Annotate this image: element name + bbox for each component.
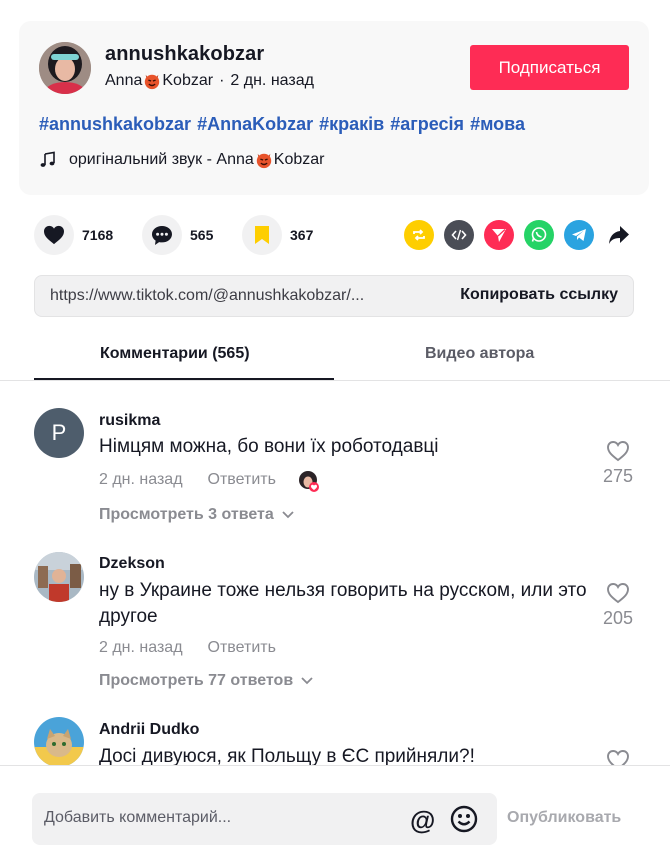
post-time: 2 дн. назад bbox=[230, 72, 314, 89]
follow-button[interactable]: Подписаться bbox=[470, 45, 629, 90]
author-username[interactable]: annushkakobzar bbox=[105, 43, 264, 66]
publish-button[interactable]: Опубликовать bbox=[507, 809, 621, 827]
share-arrow-icon[interactable] bbox=[604, 220, 634, 250]
hashtag-link[interactable]: #мова bbox=[470, 114, 525, 134]
avatar-letter: P bbox=[51, 420, 67, 445]
chevron-down-icon bbox=[282, 511, 294, 519]
copy-link-button[interactable]: Копировать ссылку bbox=[460, 286, 618, 304]
comment-input[interactable]: Добавить комментарий... @ bbox=[32, 793, 497, 845]
sound-name-part1: оригінальний звук - Anna bbox=[69, 151, 254, 168]
comment-placeholder: Добавить комментарий... bbox=[44, 809, 232, 826]
sound-name-part2: Kobzar bbox=[273, 151, 325, 168]
view-replies-label: Просмотреть 3 ответа bbox=[99, 506, 274, 523]
whatsapp-icon[interactable] bbox=[524, 220, 554, 250]
bookmark-icon bbox=[255, 226, 269, 244]
hashtag-link[interactable]: #annushkakobzar bbox=[39, 114, 191, 134]
heart-icon bbox=[44, 225, 64, 245]
comment-button[interactable] bbox=[142, 215, 182, 255]
music-note-icon bbox=[40, 151, 55, 167]
comment-like-count: 275 bbox=[602, 466, 634, 486]
comment-avatar[interactable] bbox=[34, 552, 84, 602]
save-action[interactable]: 367 bbox=[242, 215, 313, 255]
comment-meta: 2 дн. назад Ответить bbox=[99, 470, 319, 492]
hashtag-link[interactable]: #краків bbox=[319, 114, 384, 134]
view-replies-button[interactable]: Просмотреть 3 ответа bbox=[99, 506, 294, 524]
comment-username[interactable]: rusikma bbox=[99, 412, 160, 430]
comment-time: 2 дн. назад bbox=[99, 471, 183, 488]
comment-composer: Добавить комментарий... @ Опубликовать bbox=[0, 765, 670, 864]
copy-link-bar: https://www.tiktok.com/@annushkakobzar/.… bbox=[34, 275, 634, 317]
comment-avatar[interactable] bbox=[34, 717, 84, 767]
comment-bubble-icon bbox=[152, 225, 172, 245]
author-meta: Anna Kobzar · 2 дн. назад bbox=[105, 72, 314, 90]
meta-separator: · bbox=[219, 72, 225, 89]
heart-outline-icon bbox=[607, 583, 629, 604]
author-name-part2: Kobzar bbox=[162, 72, 214, 89]
embed-icon[interactable] bbox=[444, 220, 474, 250]
emoji-icon[interactable] bbox=[450, 805, 478, 833]
video-link-url[interactable]: https://www.tiktok.com/@annushkakobzar/.… bbox=[50, 287, 418, 305]
heart-outline-icon bbox=[607, 441, 629, 462]
comment-username[interactable]: Dzekson bbox=[99, 555, 165, 573]
divider bbox=[0, 380, 670, 381]
comment-like[interactable]: 275 bbox=[600, 440, 636, 487]
sound-link[interactable]: оригінальний звук - Anna Kobzar bbox=[39, 151, 324, 169]
author-name-part1: Anna bbox=[105, 72, 143, 89]
like-count: 7168 bbox=[82, 227, 114, 243]
comment-text: Німцям можна, бо вони їх роботодавці bbox=[99, 436, 439, 457]
repost-icon[interactable] bbox=[404, 220, 434, 250]
creator-liked-avatar bbox=[298, 470, 319, 492]
chevron-down-icon bbox=[301, 677, 313, 685]
devil-emoji-icon bbox=[145, 74, 160, 90]
send-icon[interactable] bbox=[484, 220, 514, 250]
comment-like-count: 205 bbox=[602, 608, 634, 628]
save-button[interactable] bbox=[242, 215, 282, 255]
comment-time: 2 дн. назад bbox=[99, 639, 183, 656]
devil-emoji-icon bbox=[256, 153, 271, 169]
hashtag-link[interactable]: #агресія bbox=[390, 114, 464, 134]
comment-count: 565 bbox=[190, 227, 214, 243]
tab-comments[interactable]: Комментарии (565) bbox=[100, 345, 250, 363]
author-avatar[interactable] bbox=[39, 42, 91, 94]
comment-username[interactable]: Andrii Dudko bbox=[99, 721, 199, 739]
tab-creator-videos[interactable]: Видео автора bbox=[425, 345, 534, 363]
video-info-card: annushkakobzar Anna Kobzar · 2 дн. назад… bbox=[19, 21, 649, 195]
hashtag-link[interactable]: #AnnaKobzar bbox=[197, 114, 313, 134]
comment-avatar[interactable]: P bbox=[34, 408, 84, 458]
comment-action[interactable]: 565 bbox=[142, 215, 213, 255]
save-count: 367 bbox=[290, 227, 314, 243]
comment-like[interactable]: 205 bbox=[600, 582, 636, 629]
reply-button[interactable]: Ответить bbox=[208, 639, 276, 657]
comment-meta: 2 дн. назад Ответить bbox=[99, 639, 276, 657]
view-replies-label: Просмотреть 77 ответов bbox=[99, 672, 294, 689]
telegram-icon[interactable] bbox=[564, 220, 594, 250]
hashtags: #annushkakobzar #AnnaKobzar #краків #агр… bbox=[39, 114, 525, 135]
comment-text: ну в Украине тоже нельзя говорить на рус… bbox=[99, 580, 587, 627]
like-button[interactable] bbox=[34, 215, 74, 255]
reply-button[interactable]: Ответить bbox=[208, 471, 276, 489]
view-replies-button[interactable]: Просмотреть 77 ответов bbox=[99, 672, 313, 690]
mention-icon[interactable]: @ bbox=[410, 805, 435, 836]
like-action[interactable]: 7168 bbox=[34, 215, 113, 255]
